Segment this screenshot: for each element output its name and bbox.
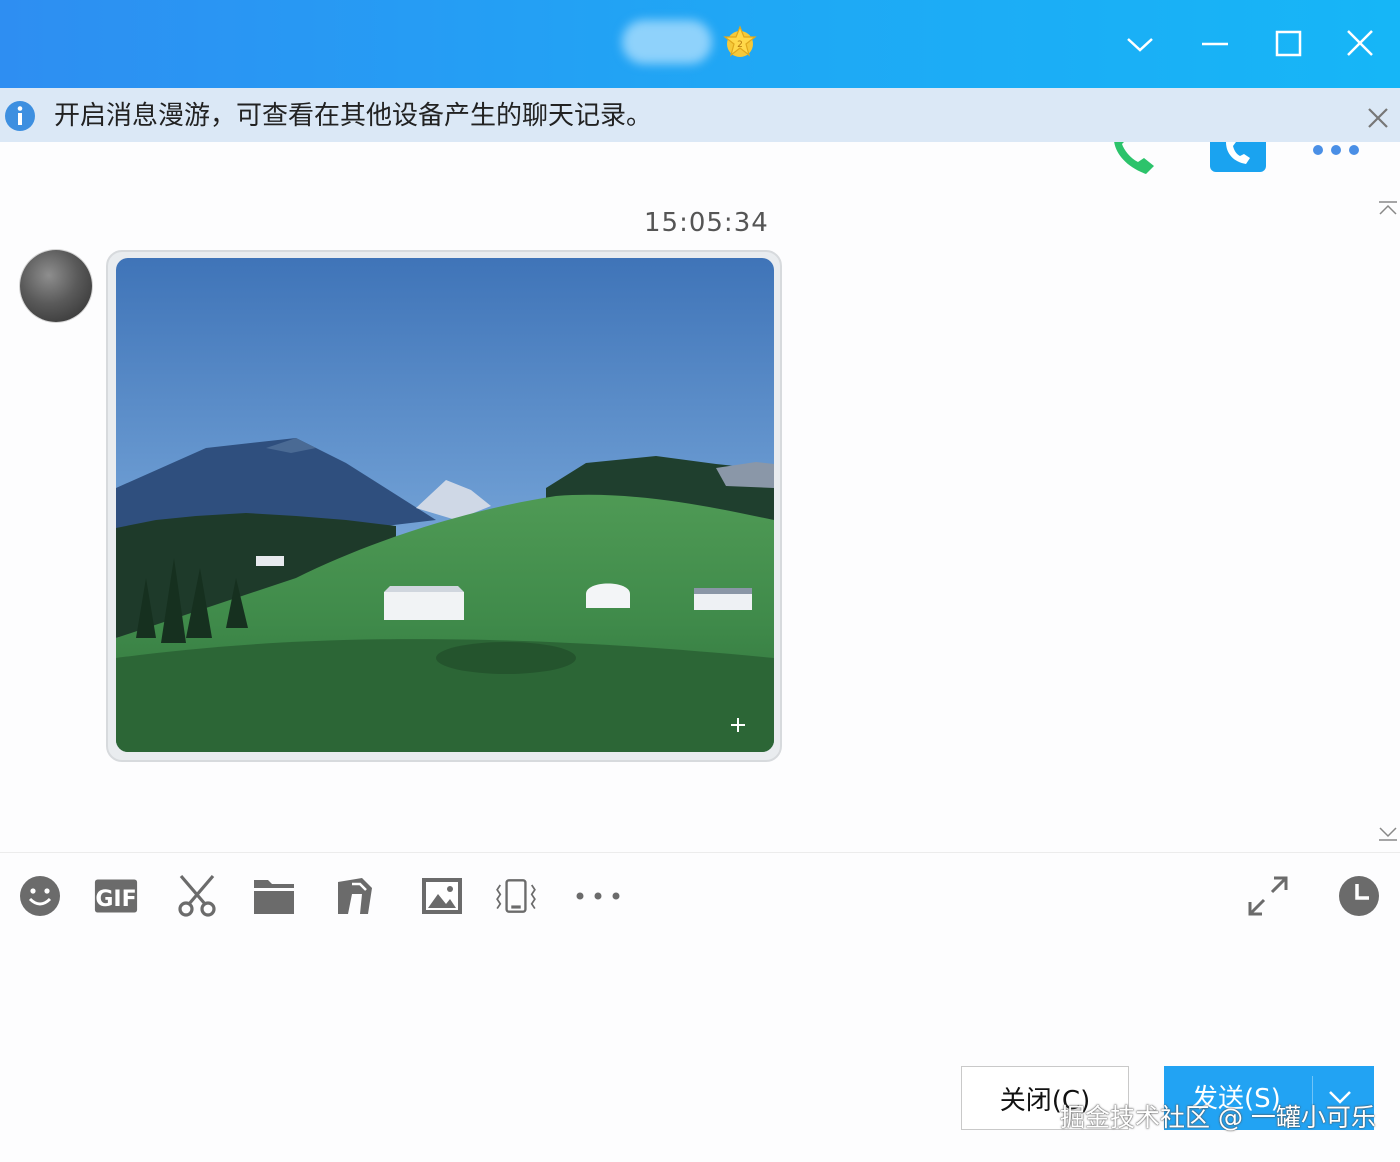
svg-text:2: 2 — [737, 40, 743, 50]
voice-call-icon[interactable] — [1104, 142, 1160, 180]
shake-icon[interactable] — [494, 874, 538, 918]
folder-icon[interactable] — [252, 874, 296, 918]
maximize-icon[interactable] — [1266, 22, 1310, 66]
input-divider — [0, 852, 1400, 853]
scroll-down-icon[interactable] — [1377, 824, 1399, 842]
more-icon[interactable] — [1308, 142, 1364, 162]
expand-icon[interactable] — [1246, 874, 1290, 918]
scroll-up-icon[interactable] — [1377, 200, 1399, 218]
file-transfer-icon[interactable] — [334, 874, 378, 918]
image-icon[interactable] — [420, 874, 464, 918]
minimize-icon[interactable] — [1193, 22, 1237, 66]
close-icon[interactable] — [1338, 22, 1382, 66]
svg-text:GIF: GIF — [95, 887, 136, 912]
notice-close-icon[interactable] — [1364, 104, 1392, 132]
screenshot-scissors-icon[interactable] — [175, 874, 219, 918]
emoji-icon[interactable] — [18, 874, 62, 918]
gif-icon[interactable]: GIF — [94, 874, 138, 918]
chevron-down-icon[interactable] — [1118, 22, 1162, 66]
more-dots-icon[interactable] — [574, 874, 624, 918]
video-call-icon[interactable] — [1208, 142, 1268, 174]
star-badge-icon[interactable]: 2 — [722, 24, 758, 60]
notice-text[interactable]: 开启消息漫游，可查看在其他设备产生的聊天记录。 — [54, 97, 652, 135]
blurred-contact-name — [622, 20, 712, 64]
landscape-photo[interactable] — [116, 258, 774, 752]
header-actions — [1100, 142, 1380, 180]
history-clock-icon[interactable] — [1337, 874, 1381, 918]
avatar[interactable] — [20, 250, 92, 322]
info-icon — [5, 101, 35, 131]
watermark: 掘金技术社区 @ 一罐小可乐 — [1060, 1103, 1376, 1132]
message-timestamp: 15:05:34 — [644, 208, 769, 238]
